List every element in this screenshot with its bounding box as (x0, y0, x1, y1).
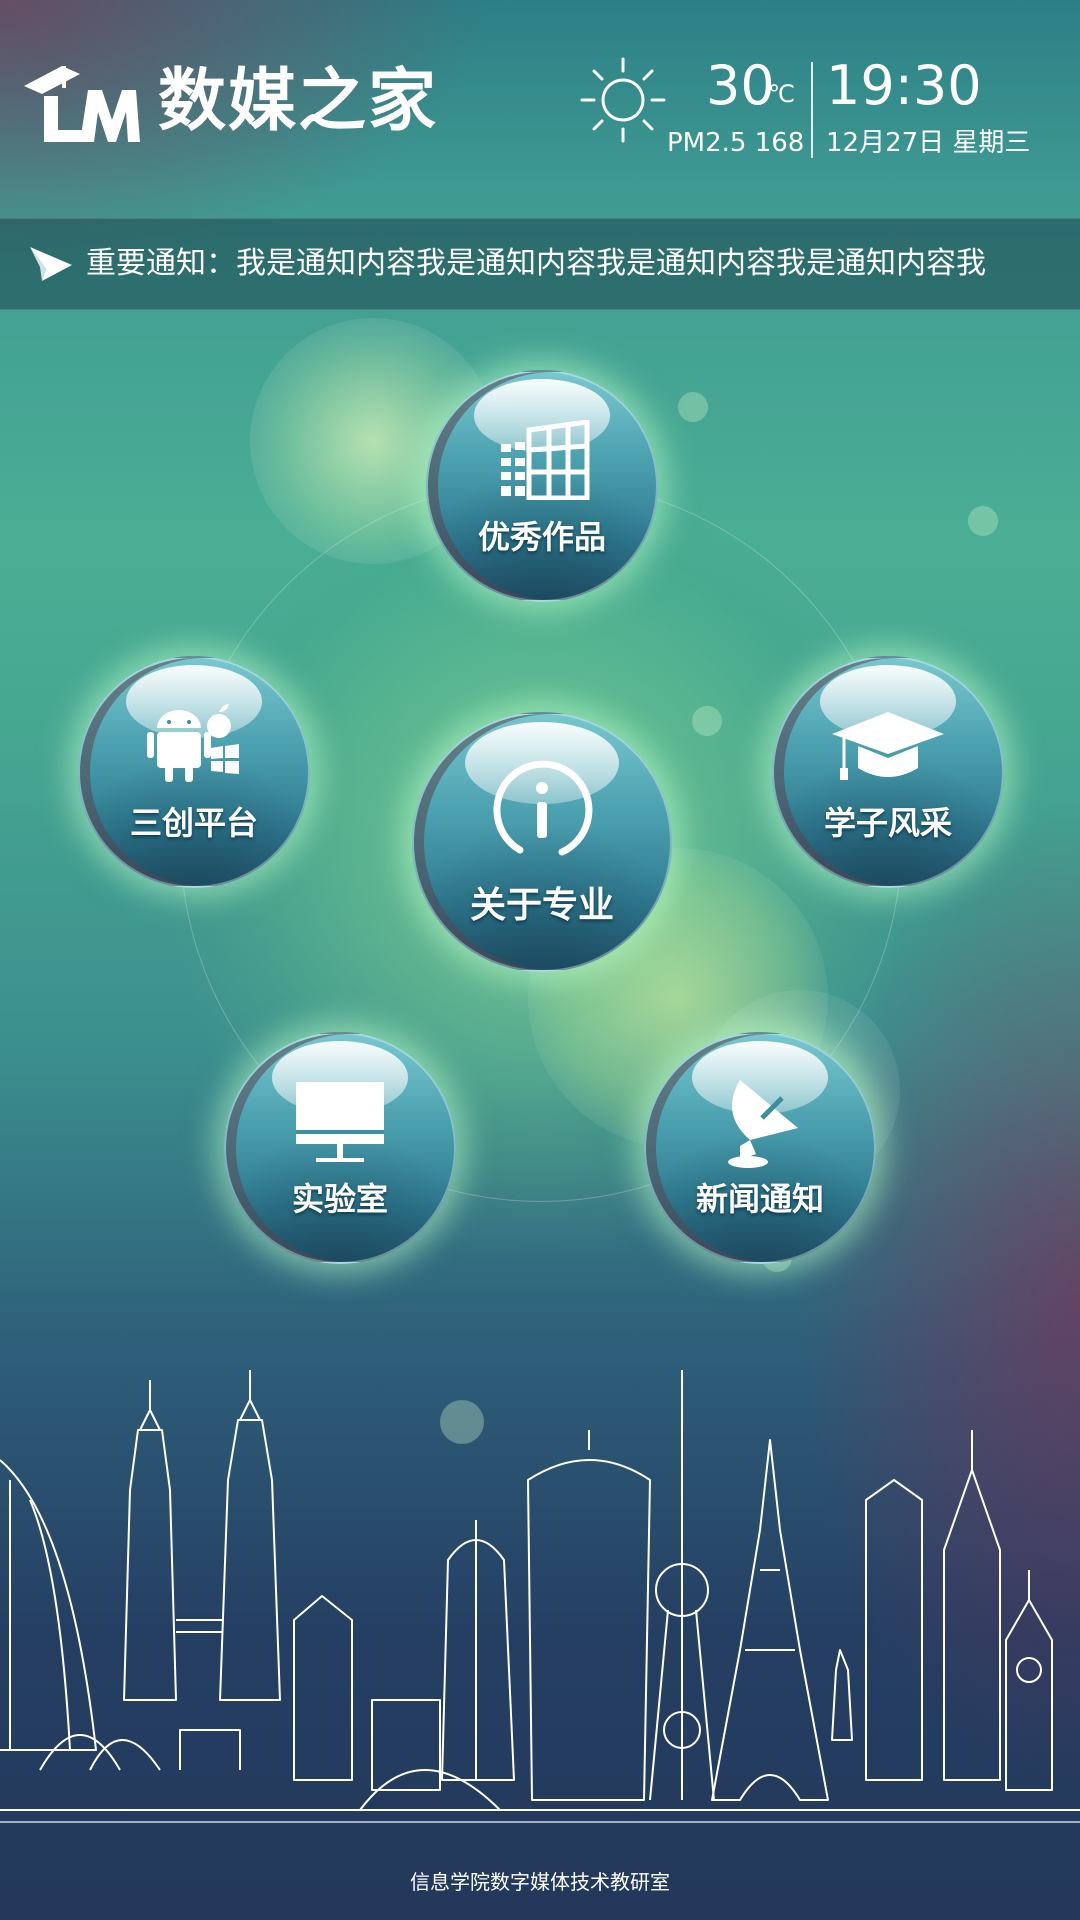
footer-credit: 信息学院数字媒体技术教研室 (410, 1870, 670, 1894)
clock-time: 19:30 (826, 54, 982, 117)
header: 数媒之家 30 ℃ PM2.5 168 19:30 12月27日 星期三 (0, 0, 1080, 216)
logo-mark-icon (24, 66, 140, 142)
app-title: 数媒之家 (158, 62, 439, 141)
notice-text: 重要通知：我是通知内容我是通知内容我是通知内容我是通知内容我 (86, 246, 986, 281)
menu-innovation-platform-button[interactable]: 三创平台 (78, 656, 310, 888)
menu-label: 实验室 (291, 1180, 388, 1218)
home-screen: 数媒之家 30 ℃ PM2.5 168 19:30 12月27日 星期三 重要通… (0, 0, 1080, 1920)
temperature-unit: ℃ (768, 80, 795, 108)
temperature-value: 30 (706, 54, 775, 117)
menu-news-notice-button[interactable]: 新闻通知 (644, 1032, 876, 1264)
menu-label: 学子风采 (823, 804, 952, 842)
info-icon (493, 760, 593, 856)
menu-label: 三创平台 (129, 804, 258, 842)
city-skyline-illustration (0, 1370, 1080, 1823)
sun-icon (580, 57, 666, 143)
menu-label: 优秀作品 (477, 518, 606, 556)
clock-date: 12月27日 星期三 (826, 128, 1031, 158)
decorative-dot (692, 706, 722, 736)
decorative-dot (678, 392, 708, 422)
monitor-icon (296, 1082, 384, 1162)
menu-laboratory-button[interactable]: 实验室 (224, 1032, 456, 1264)
menu-about-major-button[interactable]: 关于专业 (412, 712, 672, 972)
menu-student-style-button[interactable]: 学子风采 (772, 656, 1004, 888)
menu-excellent-works-button[interactable]: 优秀作品 (426, 370, 658, 602)
platforms-icon (147, 704, 239, 782)
building-icon (501, 420, 590, 500)
header-divider (811, 62, 813, 158)
satellite-dish-icon (728, 1080, 798, 1168)
pm25-reading: PM2.5 168 (667, 128, 805, 158)
graduation-cap-icon (832, 712, 944, 780)
notice-bar[interactable]: 重要通知：我是通知内容我是通知内容我是通知内容我是通知内容我 (0, 218, 1080, 310)
decorative-dot (968, 506, 998, 536)
paper-plane-icon (30, 247, 72, 281)
menu-label: 关于专业 (469, 885, 614, 926)
menu-label: 新闻通知 (695, 1180, 824, 1218)
app-logo[interactable]: 数媒之家 (22, 56, 442, 146)
